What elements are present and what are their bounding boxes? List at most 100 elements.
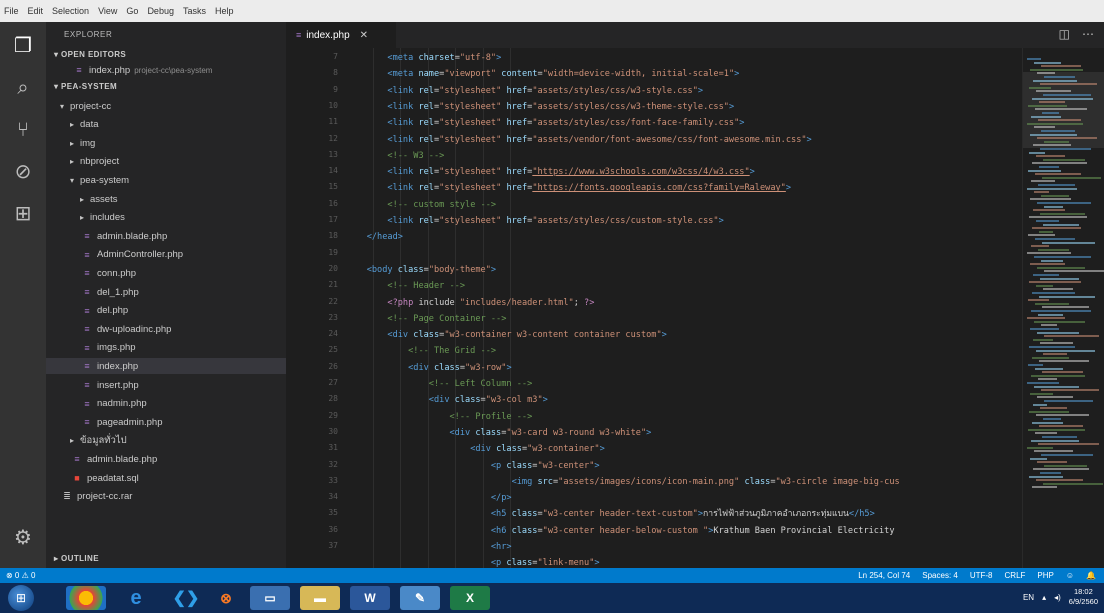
files-icon[interactable]: ❐ <box>8 30 38 60</box>
tree-file[interactable]: ≡ del_1.php <box>46 284 286 300</box>
code-token: ; <box>573 297 585 308</box>
more-icon[interactable]: ⋯ <box>1082 27 1094 41</box>
php-file-icon: ≡ <box>84 342 90 353</box>
code-token: <?php <box>387 297 414 308</box>
code-token: > <box>490 264 497 275</box>
source-control-icon[interactable]: ⑂ <box>8 114 38 144</box>
minimap-line <box>1037 202 1091 204</box>
code-token: > <box>496 53 502 63</box>
minimap-line <box>1035 238 1075 240</box>
menu-item-file[interactable]: File <box>4 6 19 16</box>
tree-file[interactable]: ■ peadatat.sql <box>46 470 286 486</box>
minimap-line <box>1036 284 1053 287</box>
code-token: href <box>501 118 528 129</box>
language-mode[interactable]: PHP <box>1037 571 1053 580</box>
tree-file[interactable]: ≡ imgs.php <box>46 340 286 356</box>
line-number: 28 <box>328 394 338 404</box>
excel-icon[interactable]: X <box>450 586 490 610</box>
chevron-right-icon: ▸ <box>70 436 75 446</box>
xampp-icon[interactable]: ⊗ <box>206 586 246 610</box>
extensions-icon[interactable]: ⊞ <box>8 198 38 228</box>
vscode-icon[interactable]: ❮❯ <box>166 586 206 610</box>
tree-folder[interactable]: ▸ img <box>46 135 286 151</box>
minimap-line <box>1044 205 1063 208</box>
tree-file[interactable]: ≡ insert.php <box>46 377 286 393</box>
photos-icon[interactable]: ▭ <box>250 586 290 610</box>
php-file-icon: ≡ <box>84 268 90 279</box>
clock[interactable]: 18:02 6/9/2560 <box>1069 587 1098 607</box>
network-icon[interactable]: ▴ <box>1042 593 1046 602</box>
tree-file[interactable]: ≡ dw-uploadinc.php <box>46 321 286 337</box>
tab-index-php[interactable]: ≡ index.php ✕ <box>286 22 396 48</box>
menu-item-help[interactable]: Help <box>215 6 234 16</box>
minimap-line <box>1039 101 1065 104</box>
code-token: rel <box>413 183 434 194</box>
tree-folder[interactable]: ▾ project-cc <box>46 98 286 114</box>
ie-icon[interactable]: e <box>116 586 156 610</box>
minimap-line <box>1027 382 1059 384</box>
php-file-icon: ≡ <box>74 454 80 465</box>
menu-item-tasks[interactable]: Tasks <box>183 6 206 16</box>
search-icon[interactable]: ⌕ <box>8 72 38 102</box>
encoding[interactable]: UTF-8 <box>970 571 993 580</box>
tree-file[interactable]: ≡ conn.php <box>46 265 286 281</box>
chrome-icon[interactable] <box>66 586 106 610</box>
language-indicator[interactable]: EN <box>1023 593 1034 602</box>
tree-file[interactable]: ≣ project-cc.rar <box>46 489 286 505</box>
close-icon[interactable]: ✕ <box>360 30 368 41</box>
tree-folder[interactable]: ▸ ข้อมูลทั่วไป <box>46 433 286 449</box>
tree-folder[interactable]: ▸ assets <box>46 191 286 207</box>
bell-icon[interactable]: 🔔 <box>1086 571 1096 580</box>
code-line: <?php include "includes/header.html"; ?> <box>346 296 594 310</box>
word-icon[interactable]: W <box>350 586 390 610</box>
tree-folder[interactable]: ▸ includes <box>46 210 286 226</box>
tree-folder[interactable]: ▸ data <box>46 117 286 133</box>
line-number: 20 <box>328 263 338 273</box>
indentation[interactable]: Spaces: 4 <box>922 571 958 580</box>
windows-start-icon[interactable]: ⊞ <box>8 585 34 611</box>
code-line: <link rel="stylesheet" href="assets/styl… <box>346 100 734 114</box>
tree-file[interactable]: ≡ index.php <box>46 358 286 375</box>
split-editor-icon[interactable]: ◫ <box>1059 27 1070 41</box>
tree-folder[interactable]: ▸ nbproject <box>46 154 286 170</box>
debug-icon[interactable]: ⊘ <box>8 156 38 186</box>
minimap-line <box>1043 418 1061 420</box>
tree-folder[interactable]: ▾ pea-system <box>46 172 286 188</box>
minimap-line <box>1043 482 1103 485</box>
code-token: Krathum Baen Provincial Electricity <box>713 525 900 536</box>
open-editor-item[interactable]: ≡ index.php project-cc\pea-system <box>46 62 286 78</box>
problems-indicator[interactable]: ⊗ 0 ⚠ 0 <box>6 571 35 580</box>
tree-file[interactable]: ≡ pageadmin.php <box>46 414 286 430</box>
code-editor[interactable]: <meta charset="utf-8"> <meta name="viewp… <box>346 48 1022 568</box>
code-token: class <box>739 476 771 487</box>
folder-header[interactable]: ▾ PEA-SYSTEM <box>54 82 117 91</box>
cursor-position[interactable]: Ln 254, Col 74 <box>858 571 910 580</box>
volume-icon[interactable]: ◂) <box>1054 593 1061 602</box>
open-editors-header[interactable]: ▾ OPEN EDITORS <box>54 50 126 59</box>
tree-file[interactable]: ≡ nadmin.php <box>46 396 286 412</box>
tree-file[interactable]: ≡ AdminController.php <box>46 247 286 263</box>
outline-header[interactable]: ▸ OUTLINE <box>54 554 99 563</box>
gear-icon[interactable]: ⚙ <box>8 522 38 552</box>
tree-file[interactable]: ≡ admin.blade.php <box>46 228 286 244</box>
smiley-icon[interactable]: ☺ <box>1066 571 1074 580</box>
paint-icon[interactable]: ✎ <box>400 586 440 610</box>
menu-item-edit[interactable]: Edit <box>28 6 44 16</box>
folder-icon[interactable]: ▬ <box>300 586 340 610</box>
end-of-line[interactable]: CRLF <box>1005 571 1026 580</box>
menu-item-selection[interactable]: Selection <box>52 6 89 16</box>
code-token: </h5> <box>848 509 875 520</box>
line-number: 35 <box>328 508 338 518</box>
tree-item-label: AdminController.php <box>97 249 184 261</box>
code-token: <!-- Left Column --> <box>428 379 533 389</box>
tree-file[interactable]: ≡ admin.blade.php <box>46 451 286 467</box>
tree-file[interactable]: ≡ del.php <box>46 303 286 319</box>
minimap-line <box>1030 457 1047 460</box>
code-token: > <box>718 216 724 226</box>
menu-item-go[interactable]: Go <box>126 6 138 16</box>
menu-item-view[interactable]: View <box>98 6 117 16</box>
minimap[interactable] <box>1022 48 1104 568</box>
menu-item-debug[interactable]: Debug <box>147 6 174 16</box>
